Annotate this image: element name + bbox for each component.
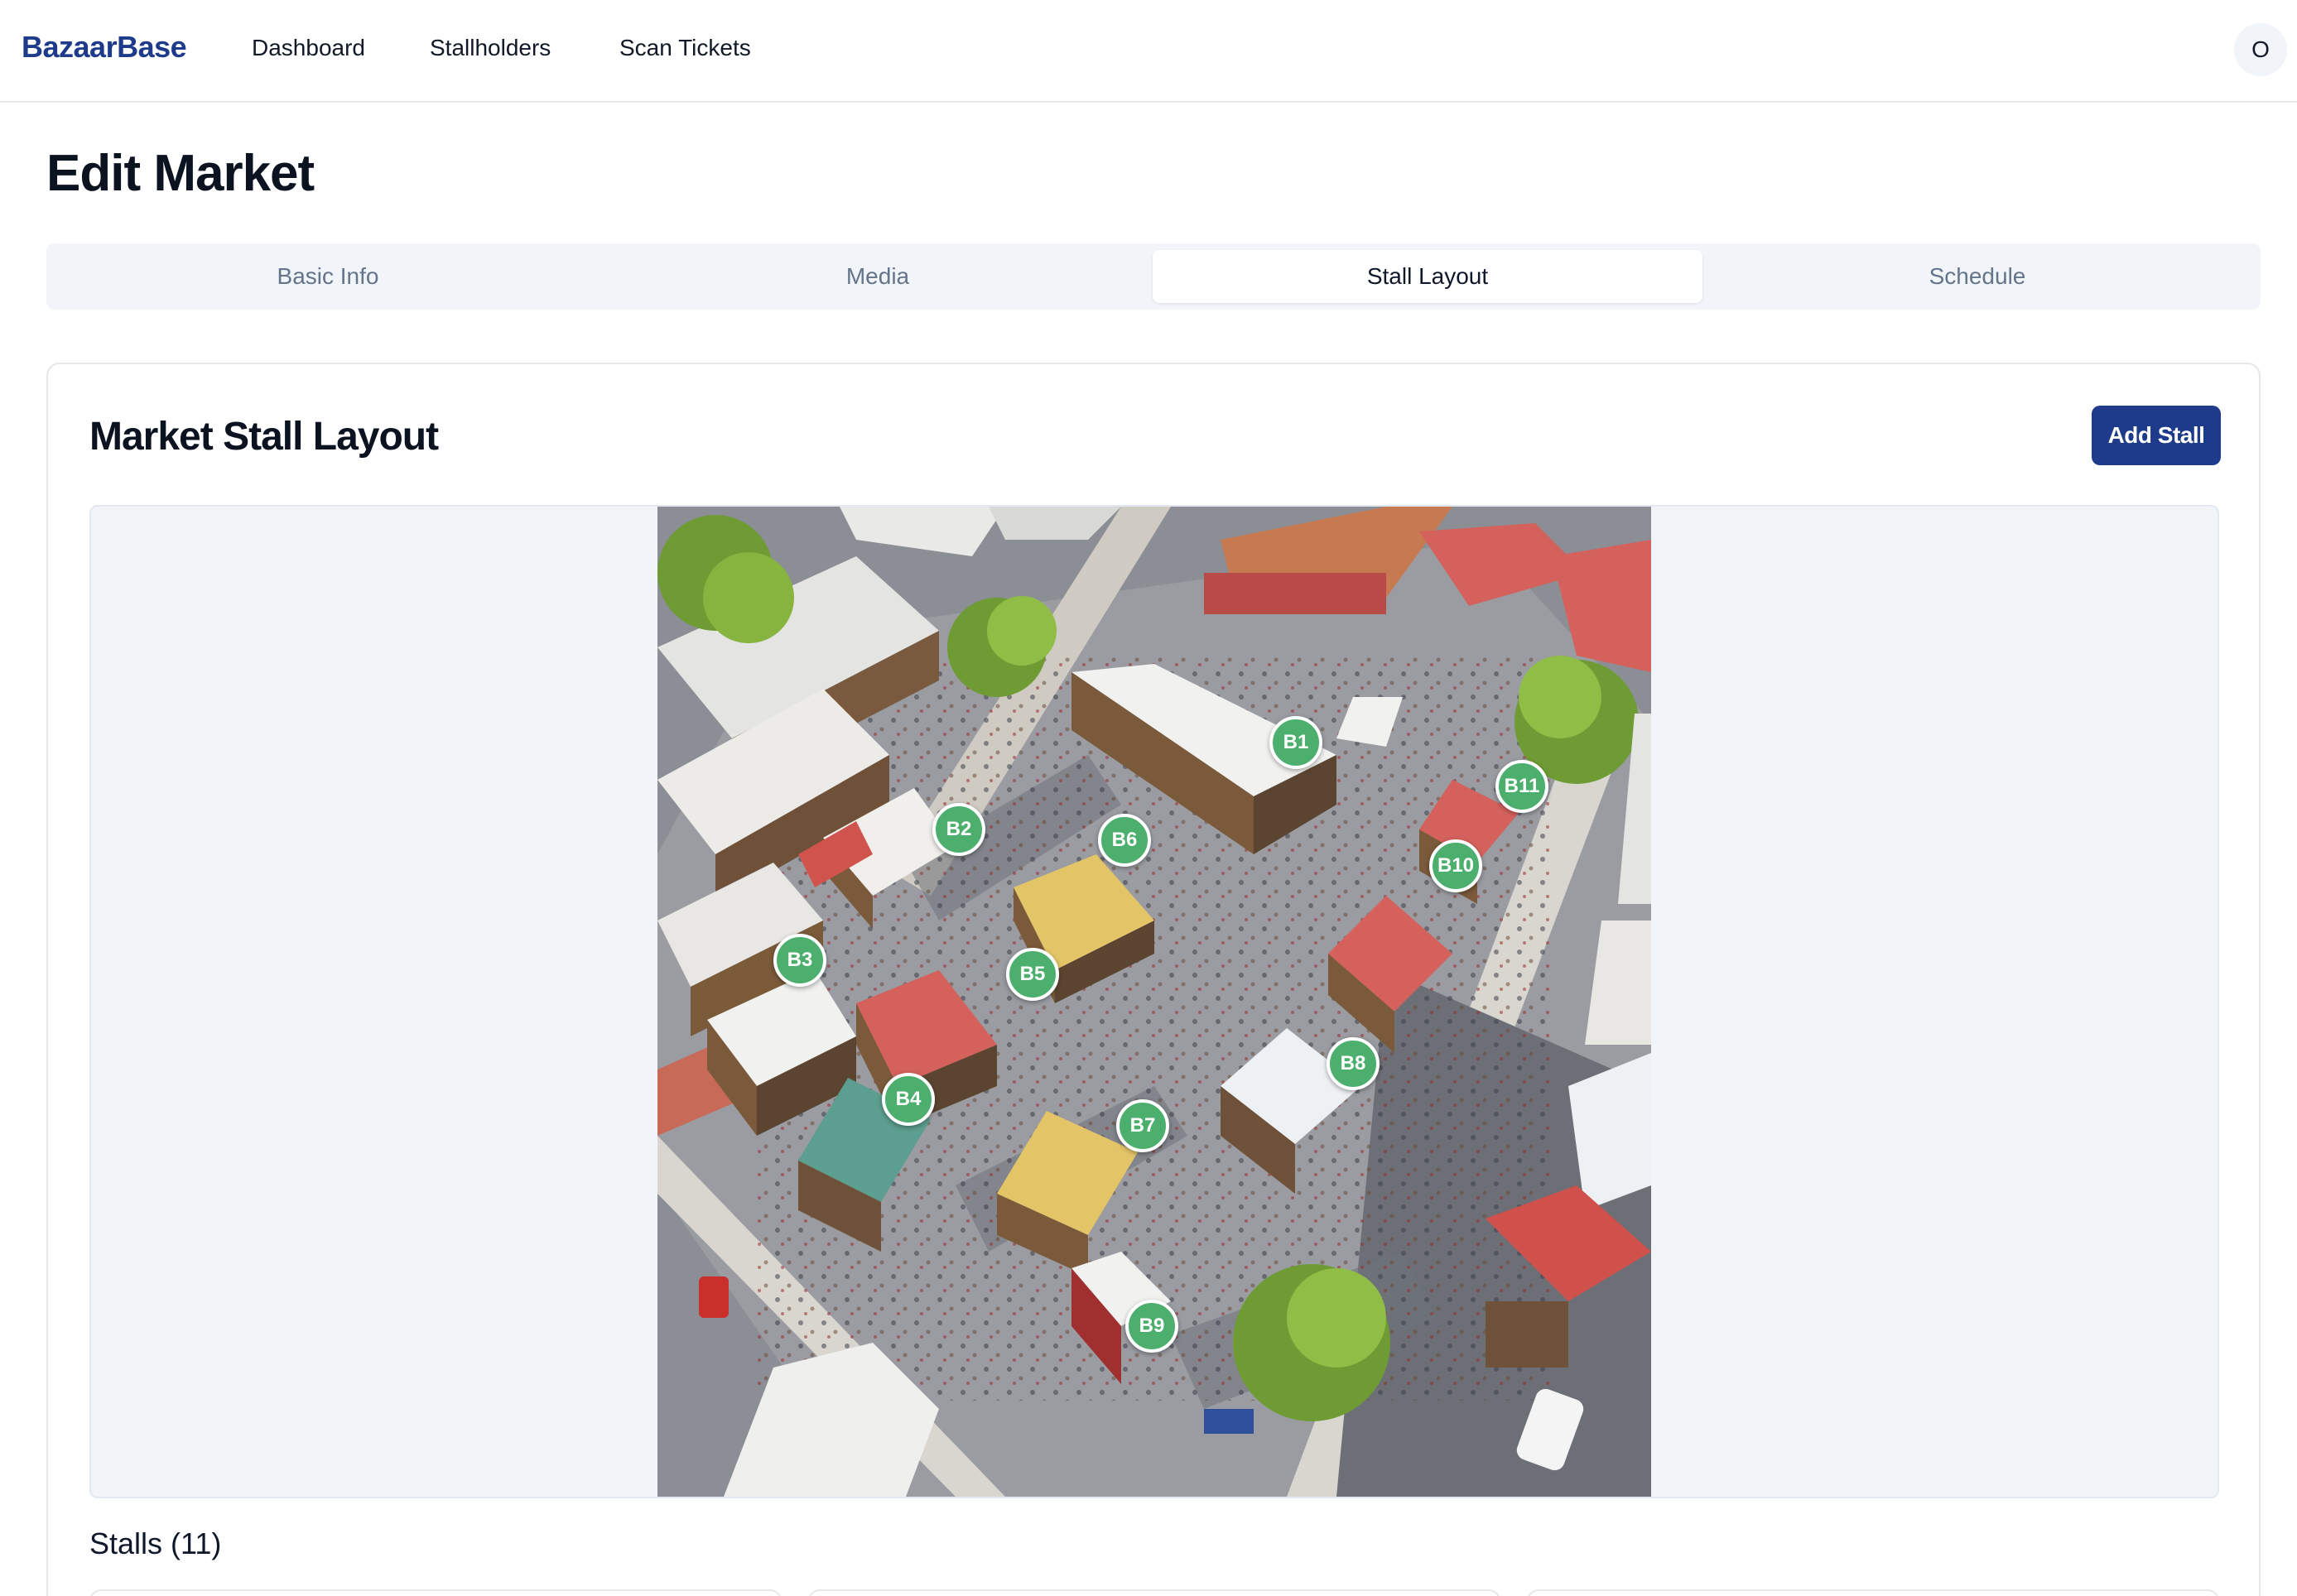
stall-marker-b7[interactable]: B7: [1116, 1099, 1169, 1152]
stall-marker-b10[interactable]: B10: [1429, 839, 1482, 892]
user-avatar[interactable]: O: [2234, 23, 2287, 76]
page-title: Edit Market: [46, 145, 315, 202]
stall-marker-b1[interactable]: B1: [1269, 716, 1322, 769]
stall-card[interactable]: [89, 1589, 782, 1596]
stall-marker-b11[interactable]: B11: [1495, 760, 1548, 813]
stall-card[interactable]: [1527, 1589, 2219, 1596]
nav-link-scan-tickets[interactable]: Scan Tickets: [619, 35, 751, 61]
tab-media[interactable]: Media: [603, 250, 1153, 303]
tab-basic-info[interactable]: Basic Info: [53, 250, 603, 303]
stall-card-list: [89, 1589, 2219, 1596]
brand-logo[interactable]: BazaarBase: [22, 30, 187, 65]
nav-link-stallholders[interactable]: Stallholders: [430, 35, 551, 61]
map-area: B1 B2 B3 B4 B5 B6 B7 B8 B9 B10 B11: [89, 505, 2219, 1498]
stall-marker-b3[interactable]: B3: [773, 934, 826, 987]
stall-marker-b6[interactable]: B6: [1098, 814, 1151, 867]
tab-bar: Basic Info Media Stall Layout Schedule: [46, 243, 2261, 310]
add-stall-button[interactable]: Add Stall: [2092, 406, 2221, 465]
top-navigation: BazaarBase Dashboard Stallholders Scan T…: [0, 0, 2297, 103]
stall-marker-b5[interactable]: B5: [1006, 948, 1059, 1001]
stall-marker-b2[interactable]: B2: [932, 803, 985, 856]
stalls-heading: Stalls (11): [89, 1526, 222, 1560]
tab-stall-layout[interactable]: Stall Layout: [1153, 250, 1702, 303]
stall-marker-b4[interactable]: B4: [882, 1073, 935, 1126]
tab-schedule[interactable]: Schedule: [1702, 250, 2252, 303]
stall-marker-b9[interactable]: B9: [1125, 1300, 1178, 1353]
stall-layout-card: Market Stall Layout Add Stall B1 B2 B3 B…: [46, 363, 2261, 1596]
card-title: Market Stall Layout: [89, 415, 439, 459]
nav-link-dashboard[interactable]: Dashboard: [252, 35, 365, 61]
stall-card[interactable]: [808, 1589, 1500, 1596]
stall-marker-b8[interactable]: B8: [1327, 1037, 1380, 1090]
